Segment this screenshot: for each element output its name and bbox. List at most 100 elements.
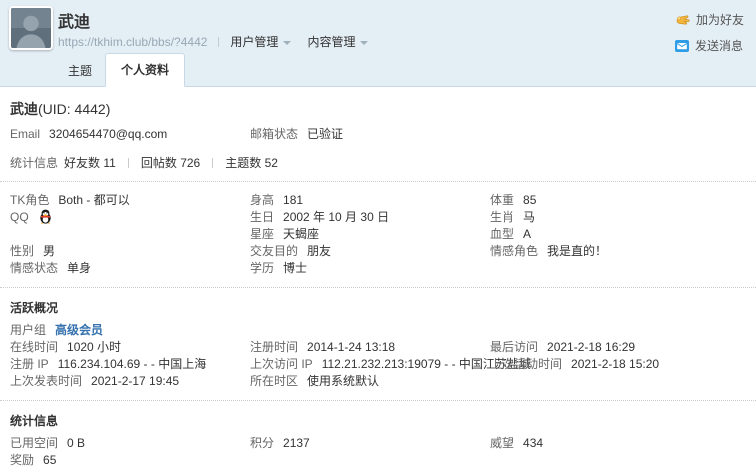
height-label: 身高 <box>250 193 274 207</box>
avatar[interactable] <box>9 6 53 50</box>
email-status-label: 邮箱状态 <box>250 127 298 141</box>
qq-label: QQ <box>10 210 29 224</box>
avatar-photo <box>11 8 51 48</box>
blood-type-label: 血型 <box>490 227 514 241</box>
statistics-row: 已用空间0 B 积分2137 威望434 <box>10 435 746 452</box>
details-row: 情感状态单身 学历博士 <box>10 260 746 277</box>
gender-label: 性别 <box>10 244 34 258</box>
activity-section: 活跃概况 用户组高级会员 在线时间1020 小时 注册时间2014-1-24 1… <box>10 299 746 390</box>
weight-label: 体重 <box>490 193 514 207</box>
menu-user-management-label: 用户管理 <box>230 35 278 49</box>
last-post-time-label: 上次发表时间 <box>10 374 82 388</box>
username: 武迪 <box>58 8 90 32</box>
birthday-value: 2002 年 10 月 30 日 <box>283 210 389 224</box>
last-post-time-value: 2021-2-17 19:45 <box>91 374 179 388</box>
add-friend-label: 加为好友 <box>696 11 744 28</box>
last-activity-label: 上次活动时间 <box>490 357 562 371</box>
dotted-divider <box>0 287 756 288</box>
dating-purpose-value: 朋友 <box>307 244 331 258</box>
activity-row: 在线时间1020 小时 注册时间2014-1-24 13:18 最后访问2021… <box>10 339 746 356</box>
constellation-label: 星座 <box>250 227 274 241</box>
divider <box>128 158 129 168</box>
education-value: 博士 <box>283 261 307 275</box>
menu-user-management[interactable]: 用户管理 <box>230 35 291 49</box>
tk-role-label: TK角色 <box>10 193 49 207</box>
chevron-down-icon <box>360 41 368 45</box>
dating-purpose-label: 交友目的 <box>250 244 298 258</box>
personal-details-section: TK角色Both - 都可以 身高181 体重85 QQ 生日2002 年 10… <box>10 192 746 277</box>
tab-topics[interactable]: 主题 <box>55 56 105 87</box>
divider <box>218 37 219 47</box>
stats-summary: 统计信息好友数 11 回帖数 726 主题数 52 <box>10 154 746 171</box>
email-field: Email 3204654470@qq.com <box>10 126 250 143</box>
send-message-button[interactable]: 发送消息 <box>675 37 743 54</box>
dotted-divider <box>0 181 756 182</box>
blood-type-value: A <box>523 227 531 241</box>
qq-icon[interactable] <box>39 209 52 224</box>
timezone-value: 使用系统默认 <box>307 374 379 388</box>
user-group-link[interactable]: 高级会员 <box>55 323 103 337</box>
profile-header: 武迪 https://tkhim.club/bbs/?4442用户管理内容管理 … <box>0 0 756 87</box>
zodiac-value: 马 <box>523 210 535 224</box>
dotted-divider <box>0 400 756 401</box>
email-status-field: 邮箱状态已验证 <box>250 126 490 143</box>
last-activity-value: 2021-2-18 15:20 <box>571 357 659 371</box>
user-group-row: 用户组高级会员 <box>10 322 746 339</box>
details-row: QQ 生日 2002 年 10 月 30 日 生肖马 <box>10 209 746 226</box>
reward-label: 奖励 <box>10 453 34 467</box>
register-time-label: 注册时间 <box>250 340 298 354</box>
used-space-label: 已用空间 <box>10 436 58 450</box>
header-subrow: https://tkhim.club/bbs/?4442 用户管理 内容管理 <box>58 33 384 50</box>
credits-value: 2137 <box>283 436 310 450</box>
birthday-label: 生日 <box>250 210 274 224</box>
details-row: 星座天蝎座 血型A <box>10 226 746 243</box>
email-row: Email 3204654470@qq.com 邮箱状态已验证 <box>10 126 746 143</box>
zodiac-label: 生肖 <box>490 210 514 224</box>
stats-summary-label: 统计信息 <box>10 156 58 170</box>
add-friend-button[interactable]: 加为好友 <box>675 11 744 28</box>
threads-count: 主题数 52 <box>225 156 278 170</box>
last-visit-ip-label: 上次访问 IP <box>250 357 313 371</box>
profile-title: 武迪(UID: 4442) <box>10 99 746 119</box>
statistics-row: 奖励 65 <box>10 452 746 469</box>
menu-content-management[interactable]: 内容管理 <box>307 35 368 49</box>
friends-count: 好友数 11 <box>64 156 116 170</box>
replies-count: 回帖数 726 <box>141 156 200 170</box>
activity-row: 上次发表时间 2021-2-17 19:45 所在时区使用系统默认 <box>10 373 746 390</box>
statistics-heading: 统计信息 <box>10 412 746 429</box>
statistics-section: 统计信息 已用空间0 B 积分2137 威望434 奖励65 <box>10 412 746 469</box>
relationship-value: 单身 <box>67 261 91 275</box>
divider <box>212 158 213 168</box>
online-time-label: 在线时间 <box>10 340 58 354</box>
last-visit-label: 最后访问 <box>490 340 538 354</box>
reward-value: 65 <box>43 453 56 467</box>
email-label: Email <box>10 127 40 141</box>
register-ip-label: 注册 IP <box>10 357 49 371</box>
register-time-value: 2014-1-24 13:18 <box>307 340 395 354</box>
credits-label: 积分 <box>250 436 274 450</box>
gender-value: 男 <box>43 244 55 258</box>
relationship-label: 情感状态 <box>10 261 58 275</box>
tabbar: 主题 个人资料 <box>55 53 185 87</box>
tab-profile[interactable]: 个人资料 <box>105 53 185 87</box>
profile-url: https://tkhim.club/bbs/?4442 <box>58 35 207 49</box>
send-message-icon <box>675 40 689 52</box>
user-group-label: 用户组 <box>10 323 46 337</box>
profile-title-uid: (UID: 4442) <box>38 101 110 117</box>
email-status-value: 已验证 <box>307 127 343 141</box>
used-space-value: 0 B <box>67 436 85 450</box>
details-row: TK角色Both - 都可以 身高181 体重85 <box>10 192 746 209</box>
orientation-label: 情感角色 <box>490 244 538 258</box>
orientation-value: 我是直的！ <box>547 244 607 258</box>
email-value: 3204654470@qq.com <box>49 127 167 141</box>
add-friend-icon <box>675 13 690 26</box>
prestige-value: 434 <box>523 436 543 450</box>
height-value: 181 <box>283 193 303 207</box>
last-visit-value: 2021-2-18 16:29 <box>547 340 635 354</box>
register-ip-value: 116.234.104.69 - - 中国上海 <box>58 357 207 371</box>
profile-content: 武迪(UID: 4442) Email 3204654470@qq.com 邮箱状… <box>0 87 756 469</box>
chevron-down-icon <box>283 41 291 45</box>
send-message-label: 发送消息 <box>695 37 743 54</box>
menu-content-management-label: 内容管理 <box>307 35 355 49</box>
timezone-label: 所在时区 <box>250 374 298 388</box>
